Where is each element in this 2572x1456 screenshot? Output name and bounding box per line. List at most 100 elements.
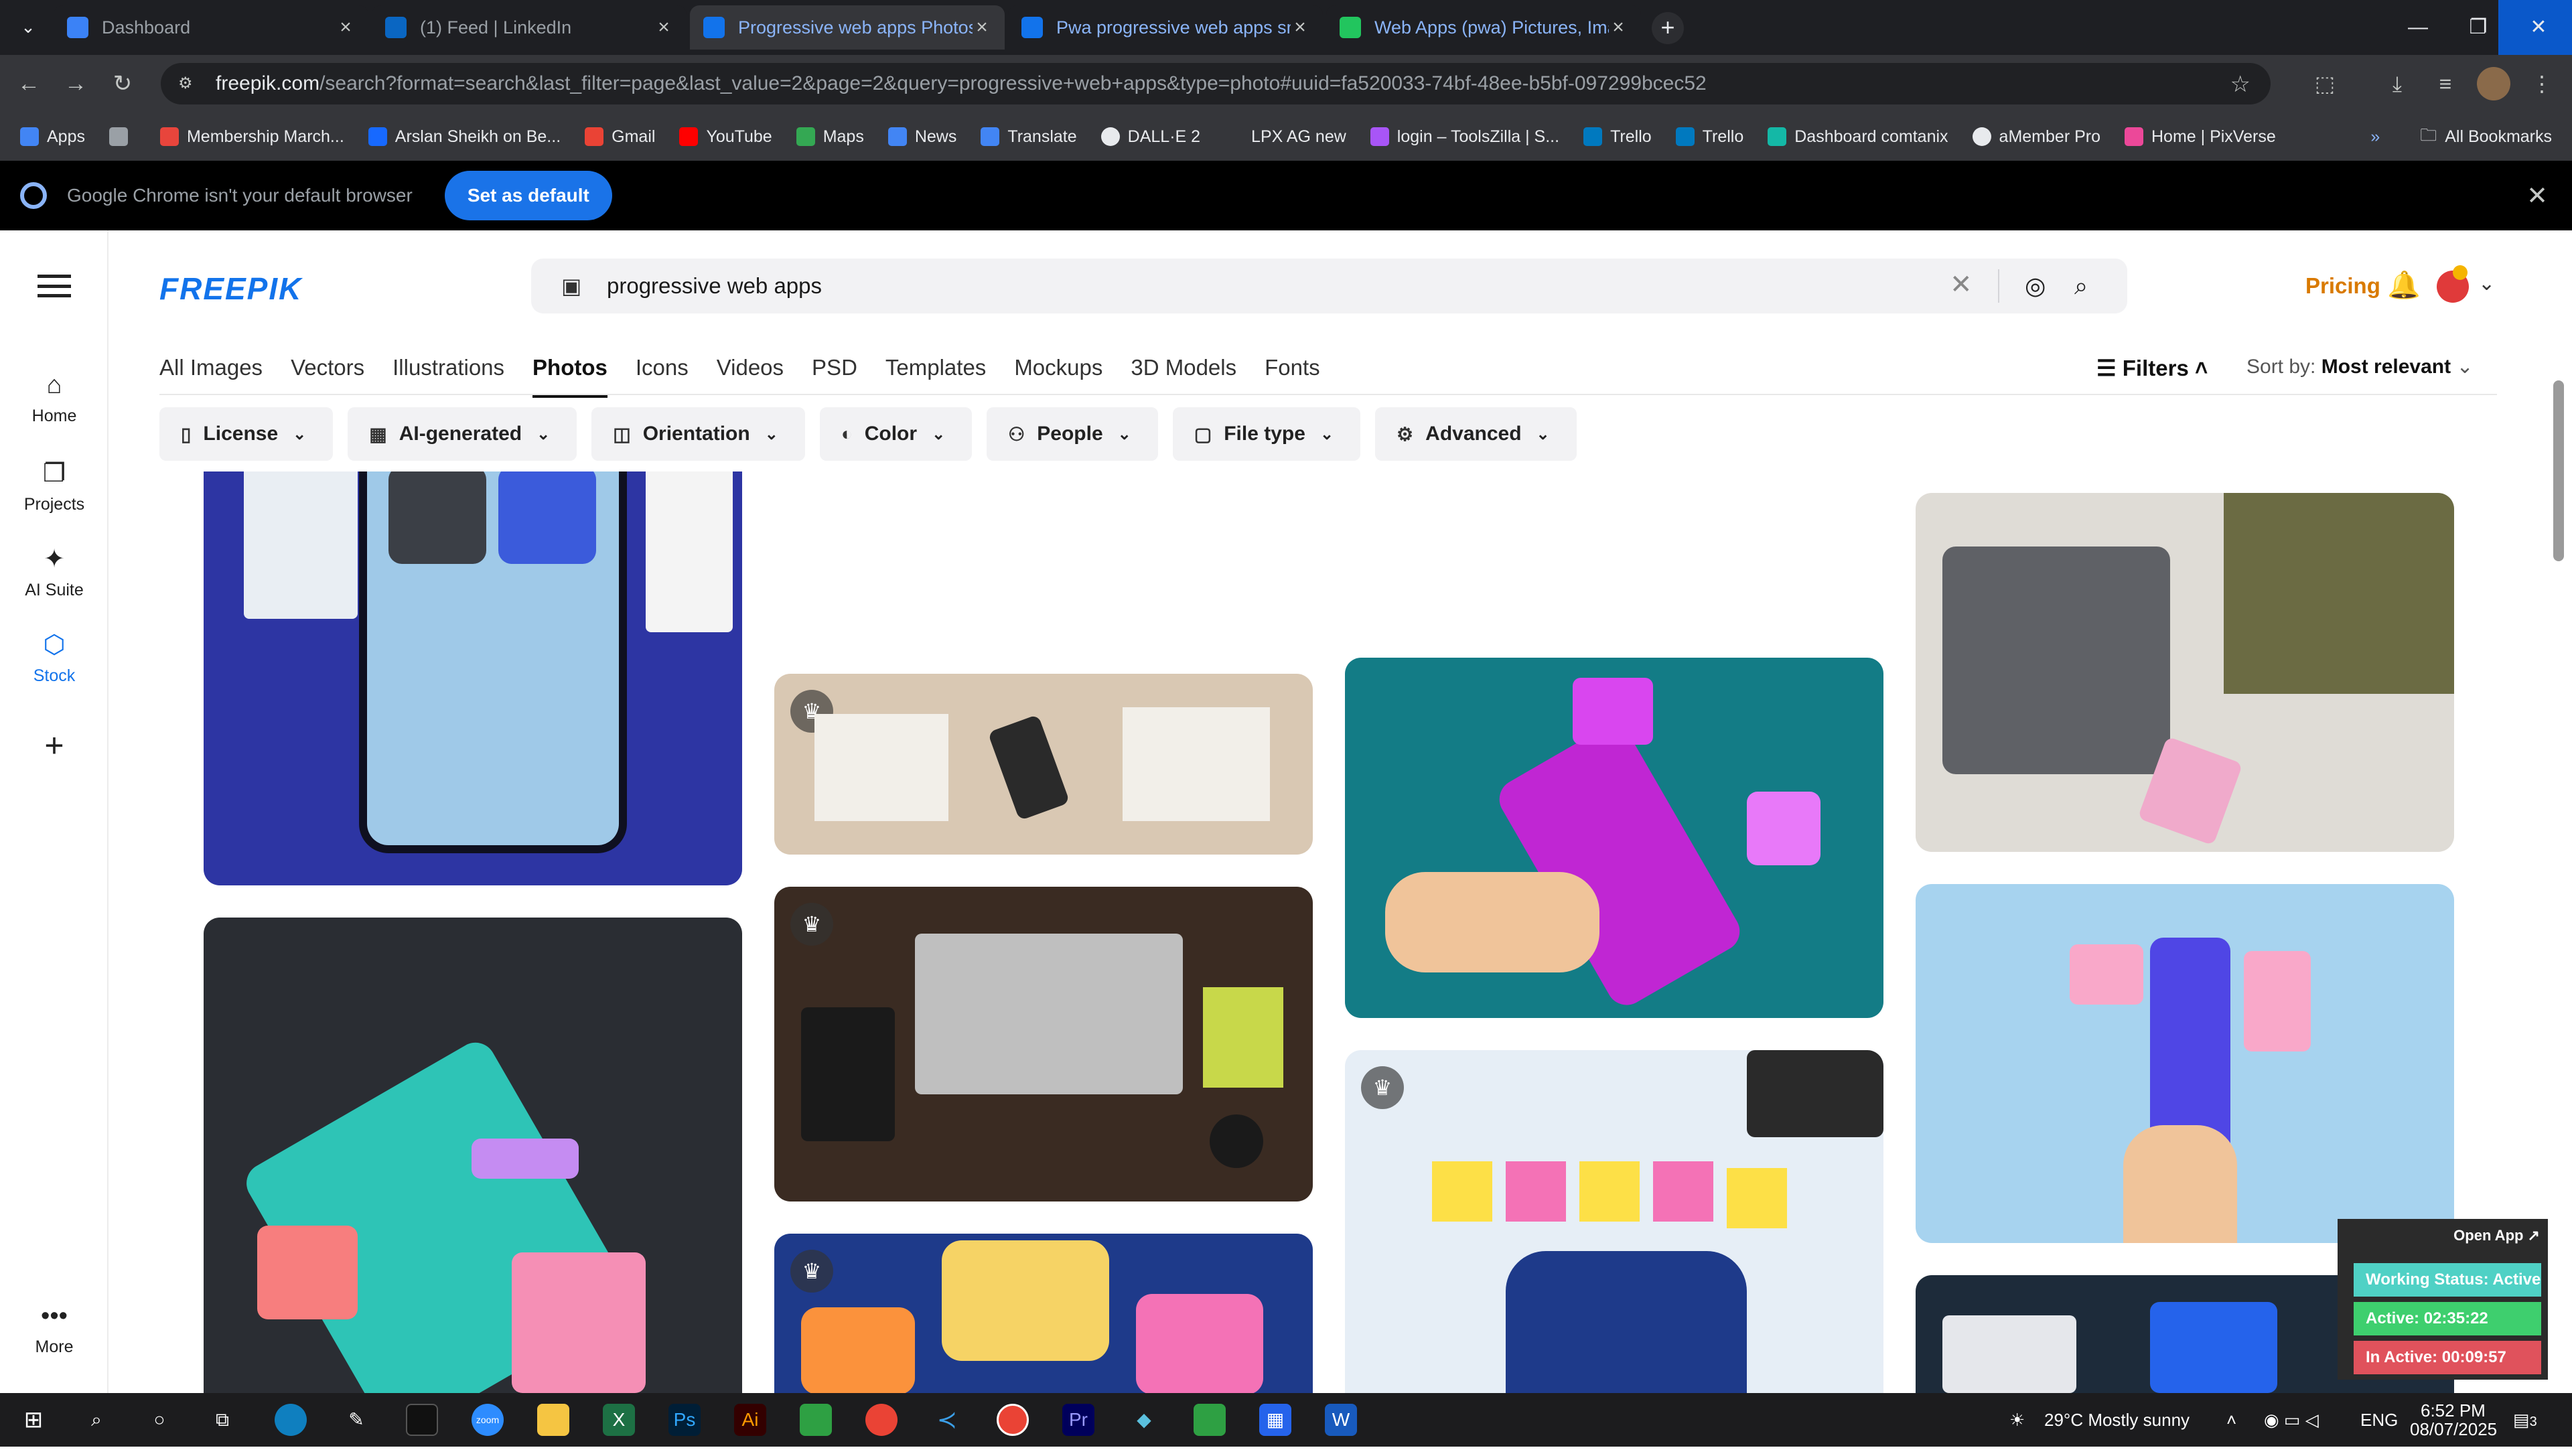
- app-green-icon[interactable]: [800, 1404, 832, 1436]
- word-icon[interactable]: W: [1325, 1404, 1357, 1436]
- set-default-button[interactable]: Set as default: [444, 171, 612, 220]
- bookmark-star-icon[interactable]: ☆: [2230, 71, 2250, 98]
- tray-status-icons[interactable]: ◉ ▭ ◁: [2264, 1393, 2319, 1447]
- bookmark-apps[interactable]: Apps: [20, 127, 85, 147]
- bookmark-membership[interactable]: Membership March...: [159, 127, 344, 147]
- close-tab-icon[interactable]: ×: [336, 16, 355, 39]
- premiere-icon[interactable]: Pr: [1062, 1404, 1094, 1436]
- chip-advanced[interactable]: ⚙ Advanced ⌄: [1375, 407, 1577, 461]
- close-tab-icon[interactable]: ×: [1609, 16, 1628, 39]
- chevron-down-icon[interactable]: ⌄: [2478, 272, 2495, 295]
- search-icon[interactable]: ⌕: [2074, 272, 2088, 301]
- bookmark-pixverse[interactable]: Home | PixVerse: [2125, 127, 2276, 147]
- tab-icons[interactable]: Icons: [636, 355, 689, 398]
- pricing-link[interactable]: Pricing: [2305, 273, 2380, 299]
- bookmark-toolszilla[interactable]: login – ToolsZilla | S...: [1370, 127, 1559, 147]
- chip-people[interactable]: ⚇ People ⌄: [987, 407, 1158, 461]
- new-tab-button[interactable]: +: [1652, 12, 1684, 44]
- image-card[interactable]: [1916, 884, 2454, 1243]
- windows-start-icon[interactable]: ⊞: [17, 1404, 50, 1436]
- weather-text[interactable]: 29°C Mostly sunny: [2044, 1393, 2190, 1447]
- search-bar[interactable]: ▣ progressive web apps ✕ ◎ ⌕: [531, 259, 2127, 313]
- page-scrollbar[interactable]: [2553, 380, 2564, 561]
- tab-vectors[interactable]: Vectors: [291, 355, 364, 398]
- extensions-icon[interactable]: ⬚: [2308, 67, 2342, 100]
- vscode-icon[interactable]: ≺: [931, 1404, 963, 1436]
- tab-psd[interactable]: PSD: [812, 355, 857, 398]
- freepik-logo[interactable]: FREEPIK: [159, 271, 302, 307]
- search-input[interactable]: progressive web apps: [607, 273, 822, 299]
- image-card[interactable]: [1345, 658, 1883, 1018]
- bookmark-dalle[interactable]: DALL·E 2: [1100, 127, 1200, 147]
- reload-button[interactable]: ↻: [107, 68, 138, 99]
- sidebar-item-home[interactable]: ⌂ Home: [0, 371, 109, 426]
- tab-web-apps[interactable]: Web Apps (pwa) Pictures, Imag ×: [1326, 5, 1641, 50]
- image-card[interactable]: ♛: [774, 887, 1313, 1202]
- bookmark-lpx[interactable]: LPX AG new: [1224, 127, 1346, 147]
- bookmark-comtanix[interactable]: Dashboard comtanix: [1768, 127, 1948, 147]
- cortana-icon[interactable]: ○: [143, 1404, 175, 1436]
- tab-dashboard[interactable]: Dashboard ×: [54, 5, 368, 50]
- image-type-icon[interactable]: ▣: [561, 273, 581, 299]
- site-info-icon[interactable]: ⚙: [178, 74, 198, 94]
- hamburger-menu-icon[interactable]: [38, 275, 71, 297]
- task-view-icon[interactable]: ⧉: [206, 1404, 238, 1436]
- close-window-button[interactable]: ✕: [2498, 0, 2572, 55]
- profile-avatar[interactable]: [2477, 67, 2510, 100]
- illustrator-icon[interactable]: Ai: [734, 1404, 766, 1436]
- bookmark-behance[interactable]: Arslan Sheikh on Be...: [368, 127, 561, 147]
- app-diamond-icon[interactable]: ◆: [1128, 1404, 1160, 1436]
- calculator-icon[interactable]: ▦: [1259, 1404, 1291, 1436]
- filters-toggle[interactable]: ☰ Filters ˄: [2096, 355, 2208, 381]
- bookmark-trello-1[interactable]: Trello: [1583, 127, 1652, 147]
- tab-templates[interactable]: Templates: [885, 355, 986, 398]
- sort-dropdown[interactable]: Sort by: Most relevant ⌄: [2246, 355, 2474, 378]
- terminal-icon[interactable]: [406, 1404, 438, 1436]
- excel-icon[interactable]: X: [603, 1404, 635, 1436]
- tab-freepik-active[interactable]: Progressive web apps Photos | Fr ×: [690, 5, 1005, 50]
- more-bookmarks-icon[interactable]: »: [2370, 127, 2380, 147]
- image-card[interactable]: ♛: [1345, 1050, 1883, 1393]
- bookmark-trello-2[interactable]: Trello: [1675, 127, 1743, 147]
- bookmark-youtube[interactable]: YouTube: [679, 127, 772, 147]
- close-tab-icon[interactable]: ×: [1291, 16, 1309, 39]
- tab-mockups[interactable]: Mockups: [1014, 355, 1102, 398]
- notification-center-icon[interactable]: ▤3: [2513, 1393, 2537, 1447]
- search-icon[interactable]: ⌕: [80, 1404, 113, 1436]
- close-tab-icon[interactable]: ×: [654, 16, 673, 39]
- chip-orientation[interactable]: ◫ Orientation ⌄: [591, 407, 805, 461]
- clock-date[interactable]: 08/07/2025: [2410, 1402, 2497, 1456]
- photoshop-icon[interactable]: Ps: [668, 1404, 701, 1436]
- close-tab-icon[interactable]: ×: [973, 16, 991, 39]
- clear-search-icon[interactable]: ✕: [1950, 269, 1973, 300]
- tab-fonts[interactable]: Fonts: [1265, 355, 1320, 398]
- pen-icon[interactable]: ✎: [340, 1404, 372, 1436]
- sidebar-item-stock[interactable]: ⬡ Stock: [0, 630, 109, 686]
- chip-license[interactable]: ▯ License ⌄: [159, 407, 334, 461]
- chip-file-type[interactable]: ▢ File type ⌄: [1172, 407, 1361, 461]
- image-card[interactable]: ♛: [774, 1234, 1313, 1393]
- camera-search-icon[interactable]: ◎: [2025, 272, 2046, 300]
- image-card[interactable]: ♛: [774, 674, 1313, 855]
- bookmark-maps[interactable]: Maps: [796, 127, 864, 147]
- weather-icon[interactable]: ☀: [2009, 1393, 2025, 1447]
- media-control-icon[interactable]: ≡: [2429, 67, 2462, 100]
- tab-all-images[interactable]: All Images: [159, 355, 263, 398]
- tab-search-icon[interactable]: ⌄: [15, 13, 42, 40]
- address-bar[interactable]: ⚙ freepik.com/search?format=search&last_…: [161, 63, 2271, 104]
- sidebar-item-projects[interactable]: ❐ Projects: [0, 458, 109, 514]
- language-indicator[interactable]: ENG: [2360, 1393, 2398, 1447]
- download-icon[interactable]: ⤓: [2380, 67, 2414, 100]
- user-avatar[interactable]: [2437, 265, 2469, 303]
- sidebar-item-ai-suite[interactable]: ✦ AI Suite: [0, 544, 109, 600]
- sidebar-add-button[interactable]: +: [0, 726, 109, 772]
- app-green-2-icon[interactable]: [1194, 1404, 1226, 1436]
- tab-3d-models[interactable]: 3D Models: [1131, 355, 1236, 398]
- back-button[interactable]: ←: [13, 68, 44, 99]
- image-card[interactable]: [1916, 493, 2454, 852]
- bookmark-news[interactable]: News: [887, 127, 956, 147]
- close-infobar-icon[interactable]: ✕: [2526, 181, 2548, 211]
- chrome-icon[interactable]: [865, 1404, 898, 1436]
- bookmark-grid[interactable]: [109, 127, 136, 146]
- bookmark-translate[interactable]: Translate: [981, 127, 1077, 147]
